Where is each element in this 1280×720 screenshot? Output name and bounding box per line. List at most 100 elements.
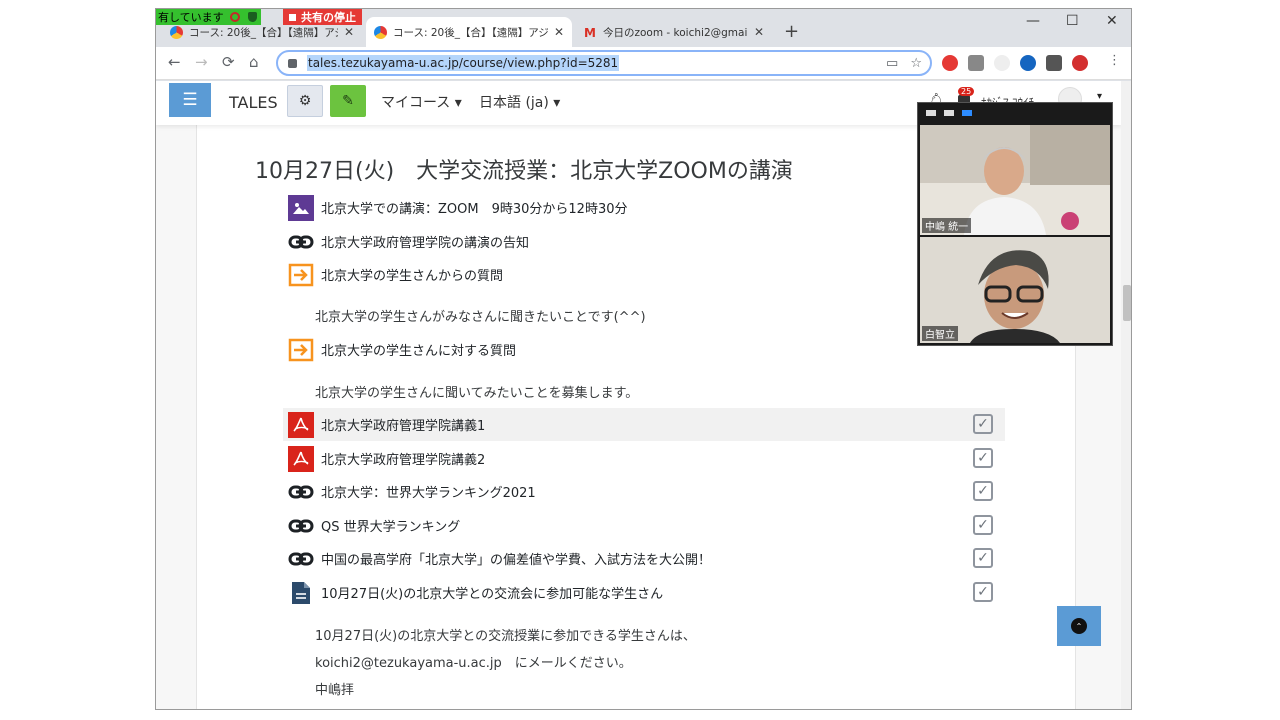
activity-label: 北京大学での講演：ZOOM 9時30分から12時30分 <box>321 202 628 217</box>
activity-url[interactable]: 中国の最高学府「北京大学」の偏差値や学費、入試方法を大公開！ <box>283 542 1005 575</box>
page-document-icon <box>288 580 314 606</box>
image-icon <box>288 194 314 221</box>
activity-label: 北京大学の学生さんに対する質問 <box>321 344 517 359</box>
back-to-top-button[interactable]: ⌃ <box>1057 606 1101 646</box>
share-status-text: 有しています <box>158 11 224 24</box>
activity-label: 北京大学の学生さんからの質問 <box>321 269 504 284</box>
activity-description: 10月27日(火)の北京大学との交流授業に参加できる学生さんは、 <box>315 629 696 644</box>
activity-description: koichi2@tezukayama-u.ac.jp にメールください。 <box>315 656 632 671</box>
extension-stop-icon[interactable] <box>942 55 958 71</box>
participant-name: 中嶋 統一 <box>922 218 972 233</box>
tab-title: コース: 20後_【合】【遠隔】アジア経済 <box>189 26 338 39</box>
completion-checkbox[interactable]: ✓ <box>973 548 993 568</box>
new-tab-button[interactable]: + <box>784 21 799 42</box>
extension-p-icon[interactable] <box>968 55 984 71</box>
activity-url[interactable]: QS 世界大学ランキング <box>283 509 1005 542</box>
activity-url[interactable]: 北京大学政府管理学院の講演の告知 <box>283 225 1005 258</box>
feedback-arrow-icon <box>288 337 314 363</box>
home-button[interactable]: ⌂ <box>249 53 259 71</box>
minimize-view-icon[interactable] <box>926 110 936 116</box>
chevron-up-icon: ⌃ <box>1071 618 1087 634</box>
profile-icon[interactable] <box>1072 55 1088 71</box>
site-brand[interactable]: TALES <box>229 93 278 112</box>
maximize-button[interactable]: ☐ <box>1066 13 1079 29</box>
activity-feedback[interactable]: 北京大学の学生さんに対する質問 <box>283 333 1005 366</box>
stop-share-button[interactable]: 共有の停止 <box>283 9 362 25</box>
activity-label: 北京大学政府管理学院講義1 <box>321 419 486 434</box>
tab-gmail[interactable]: M 今日のzoom - koichi2@gmail.com ✕ <box>576 17 772 47</box>
thumbnail-view-icon[interactable] <box>944 110 954 116</box>
activity-label: 北京大学政府管理学院の講演の告知 <box>321 236 530 251</box>
tab-close-icon[interactable]: ✕ <box>344 25 354 39</box>
tab-close-icon[interactable]: ✕ <box>754 25 764 39</box>
activity-label: QS 世界大学ランキング <box>321 520 461 535</box>
page-scrollbar[interactable] <box>1121 81 1131 709</box>
link-icon <box>288 513 314 539</box>
activity-image[interactable]: 北京大学での講演：ZOOM 9時30分から12時30分 <box>283 191 1005 224</box>
stop-icon <box>289 13 296 21</box>
scrollbar-thumb[interactable] <box>1123 285 1131 321</box>
url-text: tales.tezukayama-u.ac.jp/course/view.php… <box>307 55 620 71</box>
activity-page[interactable]: 10月27日(火)の北京大学との交流会に参加可能な学生さん <box>283 576 1005 609</box>
extension-circle-icon[interactable] <box>994 55 1010 71</box>
activity-url[interactable]: 北京大学：世界大学ランキング2021 <box>283 475 1005 508</box>
speaker-view-icon[interactable] <box>962 110 972 116</box>
activity-pdf[interactable]: 北京大学政府管理学院講義1 <box>283 408 1005 441</box>
link-icon <box>288 546 314 572</box>
back-button[interactable]: ← <box>168 53 181 71</box>
zoom-panel-header[interactable] <box>918 103 1112 123</box>
gear-icon[interactable]: ⚙ <box>287 85 323 117</box>
browser-menu-icon[interactable]: ⋮ <box>1108 53 1121 68</box>
activity-label: 北京大学政府管理学院講義2 <box>321 453 486 468</box>
participant-video[interactable]: 白智立 <box>920 237 1110 343</box>
edit-icon[interactable]: ✎ <box>330 85 366 117</box>
stop-share-label: 共有の停止 <box>301 11 356 24</box>
extensions-puzzle-icon[interactable] <box>1046 55 1062 71</box>
minimize-button[interactable]: — <box>1026 13 1040 29</box>
section-title: 10月27日(火) 大学交流授業：北京大学ZOOMの講演 <box>255 159 793 184</box>
lock-icon <box>288 58 297 68</box>
tab-title: 今日のzoom - koichi2@gmail.com <box>603 26 748 39</box>
pdf-icon <box>288 411 314 438</box>
browser-toolbar: ← → ⟳ ⌂ tales.tezukayama-u.ac.jp/course/… <box>156 47 1131 80</box>
tales-favicon-icon <box>374 25 387 39</box>
bookmark-star-icon[interactable]: ☆ <box>910 56 922 71</box>
zoom-video-panel[interactable]: 中嶋 統一 白智立 <box>917 102 1113 346</box>
tab-close-icon[interactable]: ✕ <box>554 25 564 39</box>
activity-feedback[interactable]: 北京大学の学生さんからの質問 <box>283 258 1005 291</box>
link-icon <box>288 229 314 255</box>
pdf-icon <box>288 445 314 472</box>
drawer-toggle-button[interactable]: ☰ <box>169 83 211 117</box>
participant-video[interactable]: 中嶋 統一 <box>920 125 1110 235</box>
tab-strip: 有しています 共有の停止 コース: 20後_【合】【遠隔】アジア経済 ✕ コース… <box>156 9 1131 47</box>
tales-favicon-icon <box>170 25 183 39</box>
completion-checkbox[interactable]: ✓ <box>973 582 993 602</box>
activity-label: 中国の最高学府「北京大学」の偏差値や学費、入試方法を大公開！ <box>321 553 712 568</box>
notification-count-badge: 25 <box>958 87 975 96</box>
completion-checkbox[interactable]: ✓ <box>973 515 993 535</box>
activity-pdf[interactable]: 北京大学政府管理学院講義2 <box>283 442 1005 475</box>
user-menu-caret-icon[interactable]: ▾ <box>1097 91 1102 102</box>
cast-icon[interactable]: ▭ <box>886 56 898 71</box>
close-window-button[interactable]: ✕ <box>1106 13 1118 29</box>
gmail-icon: M <box>584 25 596 40</box>
activity-label: 10月27日(火)の北京大学との交流会に参加可能な学生さん <box>321 587 664 602</box>
completion-checkbox[interactable]: ✓ <box>973 414 993 434</box>
extension-blue-icon[interactable] <box>1020 55 1036 71</box>
feedback-arrow-icon <box>288 262 314 288</box>
activity-description: 北京大学の学生さんに聞いてみたいことを募集します。 <box>315 386 639 401</box>
reload-button[interactable]: ⟳ <box>222 53 235 71</box>
record-icon <box>229 12 240 22</box>
tab-course-active[interactable]: コース: 20後_【合】【遠隔】アジア経済 ✕ <box>366 17 572 47</box>
participant-name: 白智立 <box>922 326 958 341</box>
shield-icon <box>247 12 257 22</box>
forward-button[interactable]: → <box>195 53 208 71</box>
language-menu[interactable]: 日本語 (ja) ▾ <box>479 92 560 112</box>
completion-checkbox[interactable]: ✓ <box>973 448 993 468</box>
completion-checkbox[interactable]: ✓ <box>973 481 993 501</box>
address-bar[interactable]: tales.tezukayama-u.ac.jp/course/view.php… <box>276 50 932 76</box>
activity-description: 中嶋拝 <box>315 683 355 698</box>
activity-description: 北京大学の学生さんがみなさんに聞きたいことです(^^) <box>315 310 646 325</box>
link-icon <box>288 479 314 505</box>
my-courses-menu[interactable]: マイコース ▾ <box>381 92 462 112</box>
